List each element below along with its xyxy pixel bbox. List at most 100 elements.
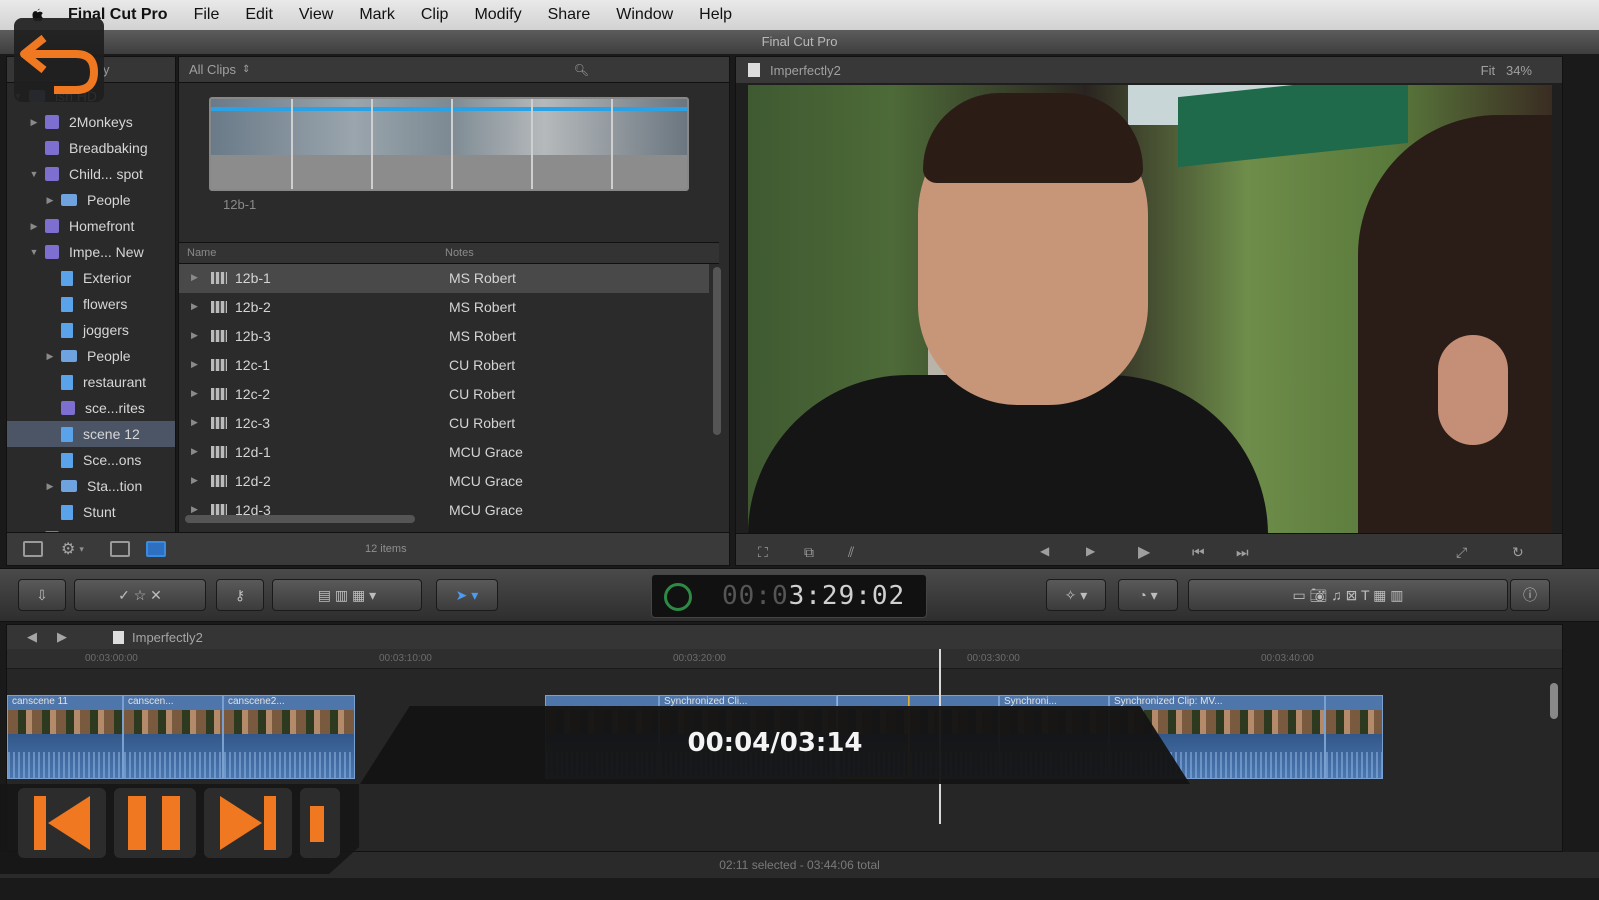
menu-clip[interactable]: Clip (421, 6, 449, 24)
column-name[interactable]: Name (187, 247, 216, 259)
disclosure-closed-icon[interactable]: ▶ (29, 221, 39, 232)
disclosure-closed-icon[interactable]: ▶ (45, 481, 55, 492)
list-view-icon[interactable] (145, 541, 166, 557)
filmstrip-view-icon[interactable] (109, 541, 130, 557)
fullscreen-option-icon[interactable]: ⛶ (758, 544, 768, 561)
step-back-icon[interactable]: ◀ (1040, 544, 1049, 558)
select-tool-button[interactable]: ➤ ▾ (436, 579, 498, 611)
timeline-clip[interactable]: canscene2... (223, 695, 355, 779)
play-icon[interactable]: ▶ (1138, 542, 1150, 562)
clip-row[interactable]: ▶ 12b-1 MS Robert (179, 264, 709, 293)
enhance-menu-button[interactable]: ✧ ▾ (1046, 579, 1106, 611)
back-arrow-icon[interactable]: ◀ (27, 629, 37, 645)
timeline-ruler[interactable]: 00:03:00:00 00:03:10:00 00:03:20:00 00:0… (7, 649, 1562, 669)
enhance-icon[interactable]: ⫽ (848, 544, 854, 561)
gear-icon[interactable]: ⚙ (61, 539, 75, 559)
rating-buttons[interactable]: ✓ ☆ ✕ (74, 579, 206, 611)
menu-file[interactable]: File (194, 6, 220, 24)
disclosure-open-icon[interactable]: ▼ (29, 247, 39, 257)
dashboard-timecode[interactable]: 00:03:29:02 (651, 574, 927, 618)
clip-row[interactable]: ▶ 12c-3 CU Robert (179, 409, 709, 438)
forward-arrow-icon[interactable]: ▶ (57, 629, 67, 645)
library-item[interactable]: restaurant (7, 369, 175, 395)
library-item[interactable]: ▶ People (7, 187, 175, 213)
edit-buttons[interactable]: ▤ ▥ ▦ ▾ (272, 579, 422, 611)
pause-button[interactable] (114, 788, 196, 858)
column-notes[interactable]: Notes (445, 247, 474, 259)
clip-row[interactable]: ▶ 12c-1 CU Robert (179, 351, 709, 380)
library-item[interactable]: ▶ People (7, 343, 175, 369)
disclosure-closed-icon[interactable]: ▶ (29, 117, 39, 128)
disclosure-open-icon[interactable]: ▼ (29, 169, 39, 179)
disclosure-closed-icon[interactable]: ▶ (45, 195, 55, 206)
clip-filmstrip[interactable] (209, 97, 689, 191)
disclosure-closed-icon[interactable]: ▶ (191, 417, 198, 428)
disclosure-closed-icon[interactable]: ▶ (191, 272, 198, 283)
timeline-clip[interactable]: canscen... (123, 695, 223, 779)
skip-forward-button[interactable] (204, 788, 292, 858)
media-browser-buttons[interactable]: ▭ 📷︎ ♫ ⊠ T ▦ ▥ (1188, 579, 1508, 611)
timeline-clip[interactable] (1325, 695, 1383, 779)
transform-icon[interactable]: ⧉ (804, 544, 814, 561)
library-item[interactable]: Sce...ons (7, 447, 175, 473)
clip-filter-dropdown[interactable]: All Clips (189, 62, 236, 77)
clip-row[interactable]: ▶ 12b-3 MS Robert (179, 322, 709, 351)
keyword-button[interactable]: ⚷ (216, 579, 264, 611)
menu-view[interactable]: View (299, 6, 333, 24)
disclosure-closed-icon[interactable]: ▶ (191, 330, 198, 341)
clip-title: canscene 11 (8, 696, 122, 710)
video-frame[interactable] (748, 85, 1552, 533)
library-item[interactable]: ▼ Impe... New (7, 239, 175, 265)
chevron-down-icon[interactable]: ▾ (79, 544, 84, 555)
timeline-clip[interactable]: canscene 11 (7, 695, 123, 779)
library-item[interactable]: scene 12 (7, 421, 175, 447)
background-tasks-icon[interactable] (664, 583, 692, 611)
inspector-button[interactable]: ⓘ (1510, 579, 1550, 611)
clip-row[interactable]: ▶ 12d-1 MCU Grace (179, 438, 709, 467)
menu-share[interactable]: Share (548, 6, 591, 24)
library-item[interactable]: joggers (7, 317, 175, 343)
go-to-start-icon[interactable]: ⏮ (1192, 544, 1205, 561)
menu-modify[interactable]: Modify (474, 6, 521, 24)
library-item[interactable]: flowers (7, 291, 175, 317)
timeline-scrollbar[interactable] (1550, 683, 1558, 719)
fullscreen-icon[interactable]: ⤢ (1456, 544, 1467, 561)
menu-mark[interactable]: Mark (359, 6, 395, 24)
chevron-down-icon[interactable]: ⇕ (242, 64, 250, 75)
skip-back-button[interactable] (18, 788, 106, 858)
retime-menu-button[interactable]: ◔ ▾ (1118, 579, 1178, 611)
disclosure-closed-icon[interactable]: ▶ (191, 359, 198, 370)
clip-row[interactable]: ▶ 12c-2 CU Robert (179, 380, 709, 409)
clip-row[interactable]: ▶ 12d-2 MCU Grace (179, 467, 709, 496)
vertical-scrollbar[interactable] (713, 267, 721, 435)
library-item[interactable]: ▶ Homefront (7, 213, 175, 239)
library-item[interactable]: ▶ Sta...tion (7, 473, 175, 499)
library-item[interactable]: Exterior (7, 265, 175, 291)
disclosure-closed-icon[interactable]: ▶ (191, 475, 198, 486)
menu-window[interactable]: Window (616, 6, 673, 24)
disclosure-closed-icon[interactable]: ▶ (191, 446, 198, 457)
library-toggle-icon[interactable] (23, 541, 43, 557)
horizontal-scrollbar[interactable] (185, 515, 415, 523)
disclosure-closed-icon[interactable]: ▶ (191, 388, 198, 399)
library-item[interactable]: Breadbaking (7, 135, 175, 161)
menu-edit[interactable]: Edit (245, 6, 273, 24)
go-to-end-icon[interactable]: ⏭ (1236, 544, 1249, 561)
loop-icon[interactable]: ↻ (1512, 544, 1524, 561)
disclosure-closed-icon[interactable]: ▶ (191, 301, 198, 312)
import-button[interactable]: ⇩ (18, 579, 66, 611)
frame-woman-hair (1358, 115, 1552, 533)
library-item[interactable]: ▶ 2Monkeys (7, 109, 175, 135)
library-item[interactable]: ▼ Child... spot (7, 161, 175, 187)
step-forward-icon[interactable]: ▶ (1086, 544, 1095, 558)
disclosure-closed-icon[interactable]: ▶ (191, 504, 198, 515)
progress-handle[interactable] (300, 788, 340, 858)
library-item[interactable]: Stunt (7, 499, 175, 525)
search-icon[interactable]: 🔍︎ (574, 63, 589, 77)
menu-help[interactable]: Help (699, 6, 732, 24)
library-item[interactable]: sce...rites (7, 395, 175, 421)
disclosure-closed-icon[interactable]: ▶ (45, 351, 55, 362)
zoom-menu[interactable]: Fit 34% (1481, 63, 1532, 78)
back-button[interactable] (14, 18, 104, 102)
clip-row[interactable]: ▶ 12b-2 MS Robert (179, 293, 709, 322)
